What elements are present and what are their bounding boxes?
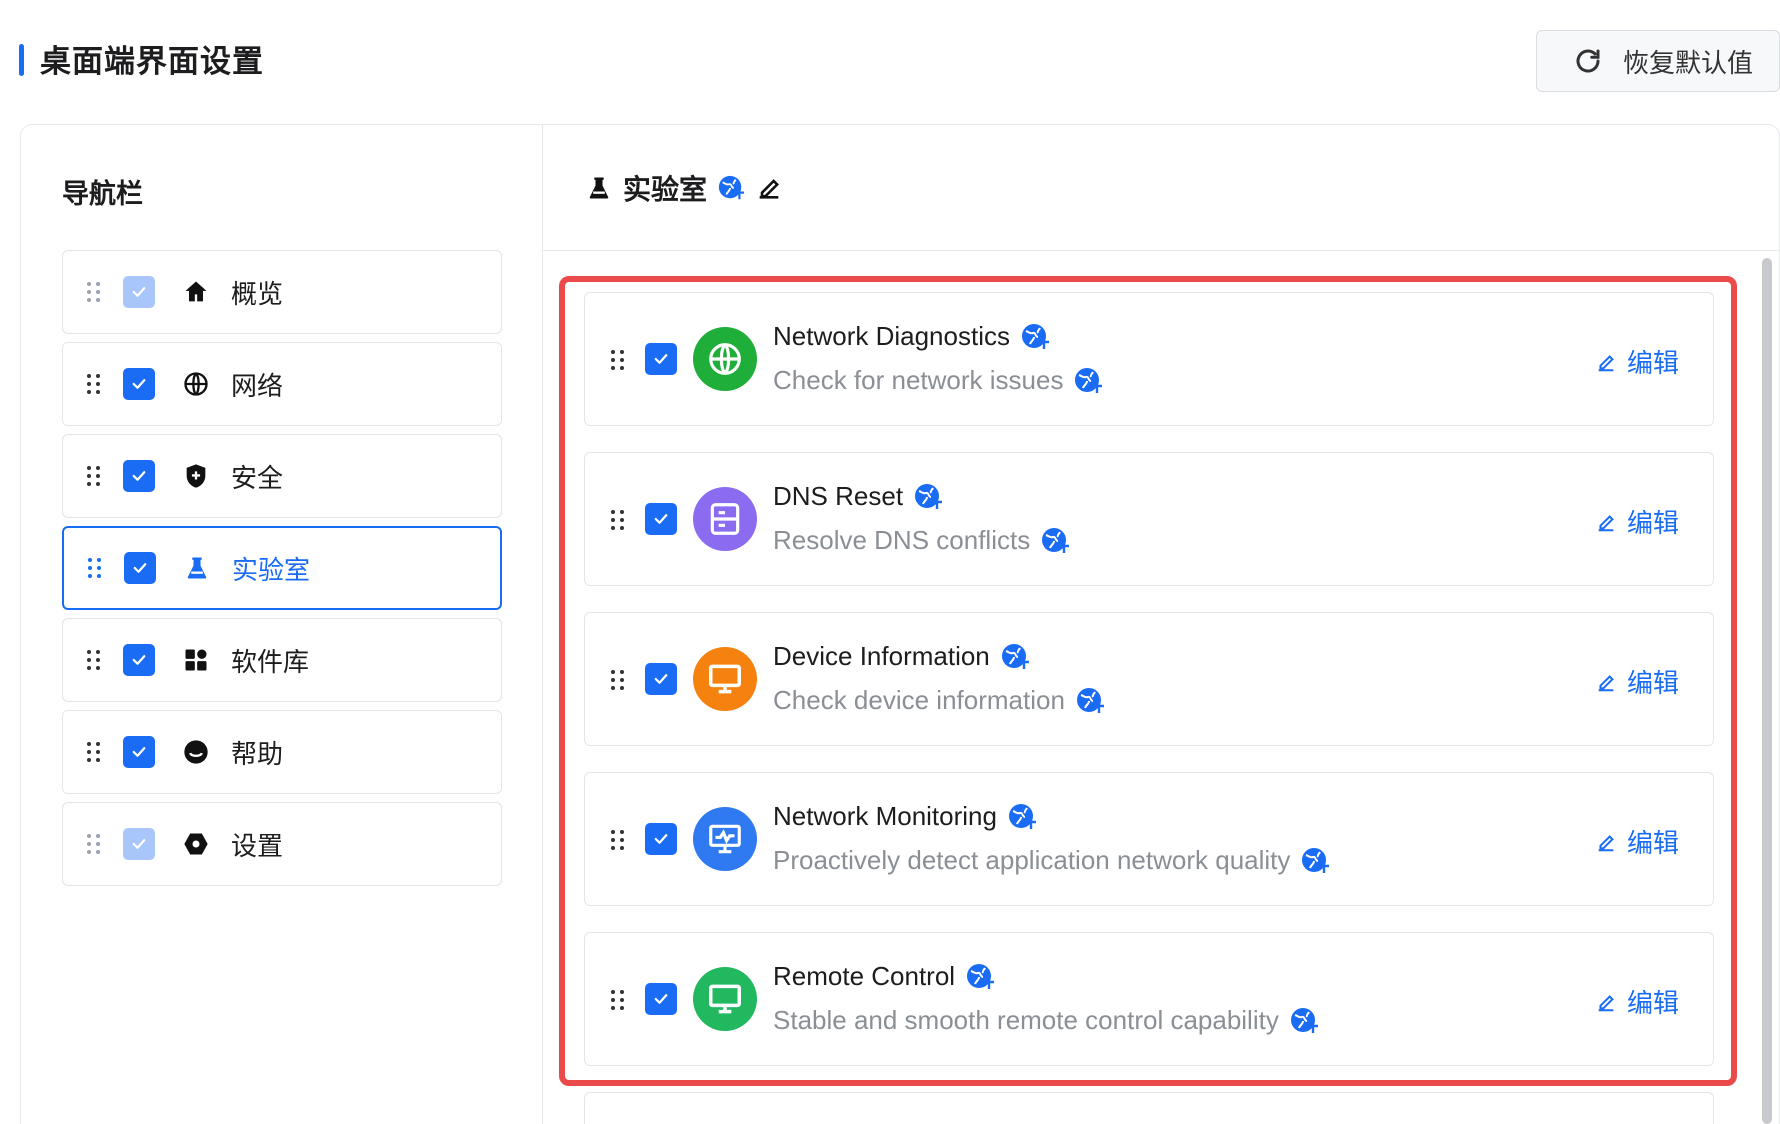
highlight-box	[559, 276, 1737, 1086]
item-checkbox[interactable]	[123, 368, 155, 400]
reset-defaults-label: 恢复默认值	[1623, 47, 1754, 78]
translate-globe-icon[interactable]	[717, 174, 745, 202]
nav-item-label: 安全	[231, 462, 284, 493]
item-checkbox[interactable]	[123, 644, 155, 676]
settings-icon	[181, 829, 211, 859]
page-header: 桌面端界面设置 恢复默认值	[0, 0, 1780, 110]
nav-config-item[interactable]: 软件库	[62, 618, 502, 702]
nav-item-label: 软件库	[231, 646, 310, 677]
nav-config-item[interactable]: 实验室	[62, 526, 502, 610]
drag-handle-icon[interactable]	[87, 281, 101, 303]
nav-item-label: 概览	[231, 278, 284, 309]
item-checkbox[interactable]	[123, 736, 155, 768]
scrollbar[interactable]	[1762, 258, 1772, 1124]
reset-defaults-button[interactable]: 恢复默认值	[1536, 30, 1780, 92]
page-title: 桌面端界面设置	[40, 44, 264, 79]
flask-icon	[589, 177, 609, 199]
nav-item-label: 设置	[231, 830, 284, 861]
nav-item-label: 网络	[231, 370, 284, 401]
item-checkbox[interactable]	[124, 552, 156, 584]
nav-config-item[interactable]: 安全	[62, 434, 502, 518]
flask-icon	[182, 553, 212, 583]
item-checkbox	[123, 276, 155, 308]
edit-heading-icon[interactable]	[755, 174, 783, 202]
lab-heading: 实验室	[585, 168, 783, 208]
globe-icon	[181, 369, 211, 399]
drag-handle-icon[interactable]	[88, 557, 102, 579]
header-divider	[543, 250, 1780, 251]
drag-handle-icon[interactable]	[87, 373, 101, 395]
lab-heading-label: 实验室	[623, 174, 708, 205]
apps-icon	[181, 645, 211, 675]
shield-icon	[181, 461, 211, 491]
item-checkbox[interactable]	[123, 460, 155, 492]
list-item-partial	[584, 1092, 1714, 1124]
nav-config-item[interactable]: 帮助	[62, 710, 502, 794]
nav-item-label: 实验室	[232, 554, 311, 585]
home-icon	[181, 277, 211, 307]
refresh-icon	[1576, 49, 1600, 73]
nav-config-item[interactable]: 网络	[62, 342, 502, 426]
drag-handle-icon[interactable]	[87, 649, 101, 671]
nav-item-label: 帮助	[231, 738, 284, 769]
drag-handle-icon[interactable]	[87, 465, 101, 487]
drag-handle-icon[interactable]	[87, 741, 101, 763]
drag-handle-icon[interactable]	[87, 833, 101, 855]
nav-config-item[interactable]: 设置	[62, 802, 502, 886]
item-checkbox	[123, 828, 155, 860]
title-accent-bar	[19, 44, 24, 76]
nav-heading: 导航栏	[62, 179, 143, 209]
panel-divider	[542, 124, 543, 1124]
help-icon	[181, 737, 211, 767]
nav-config-item[interactable]: 概览	[62, 250, 502, 334]
